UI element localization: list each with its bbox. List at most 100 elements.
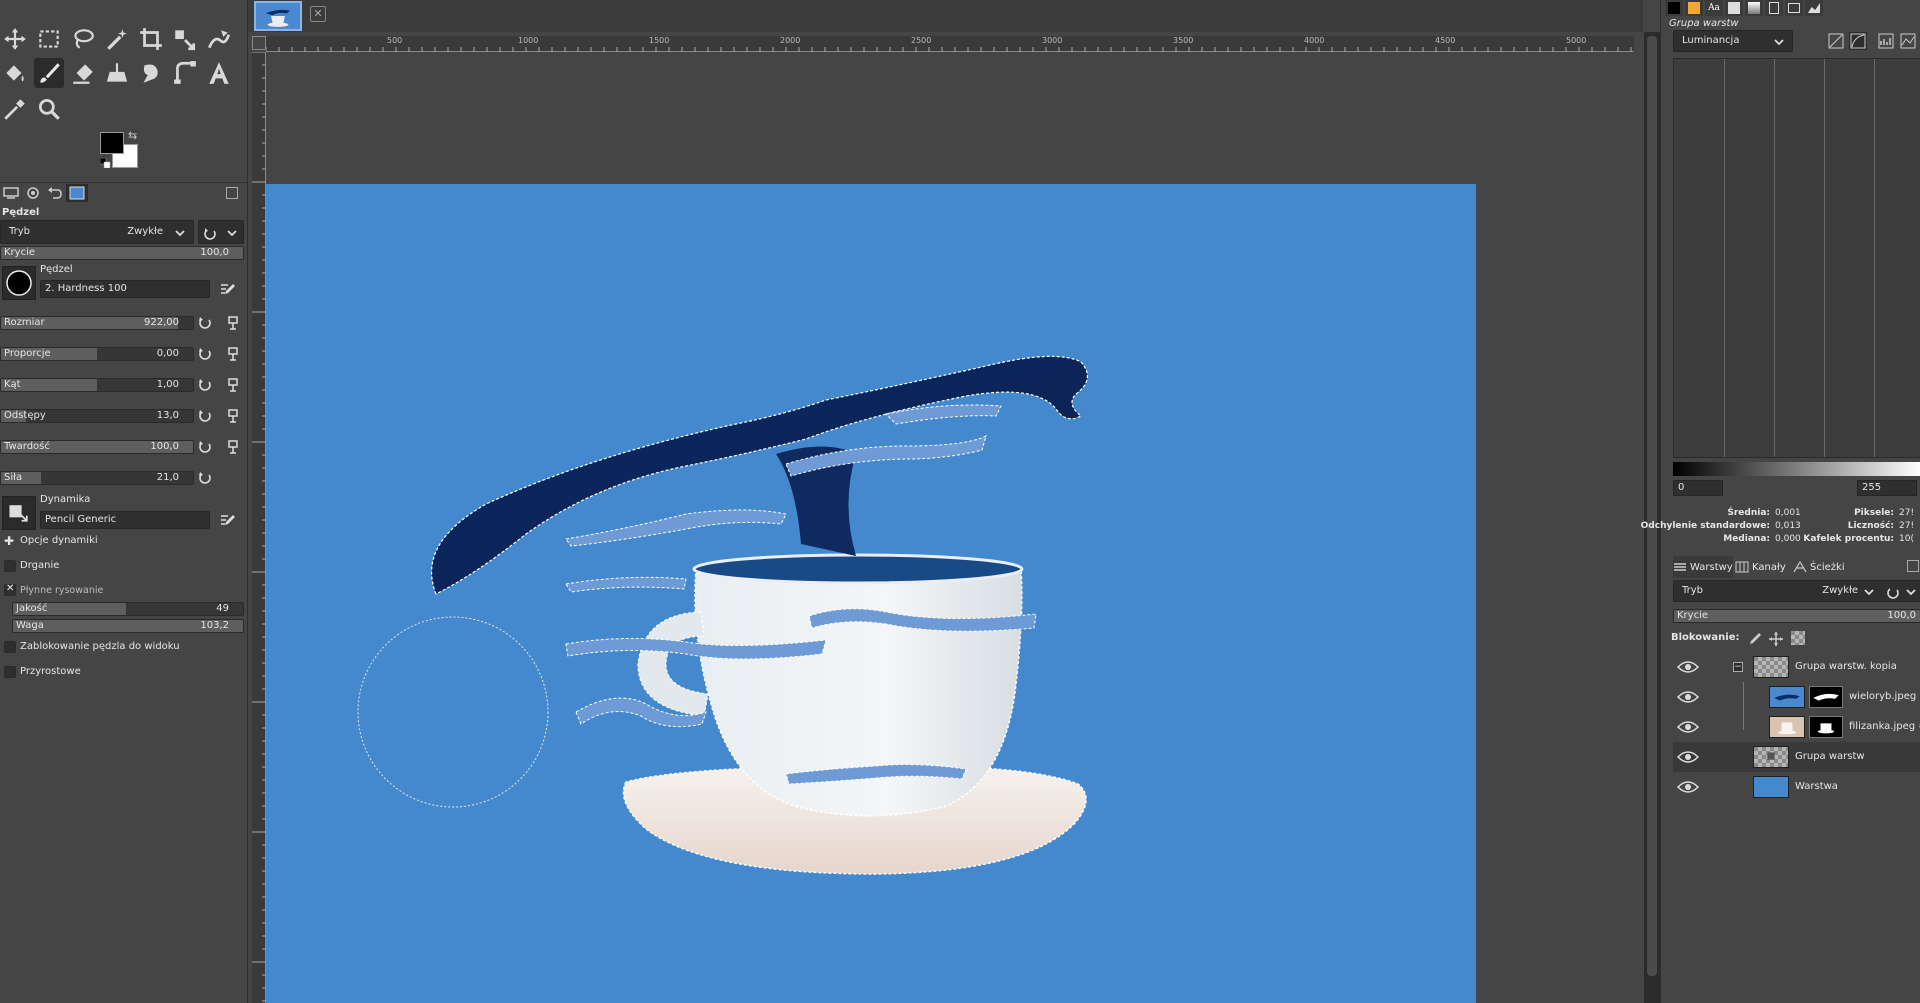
canvas-image[interactable] (266, 184, 1476, 1003)
dock-gradients-icon[interactable] (1745, 0, 1763, 16)
fuzzy-select-tool-icon[interactable] (102, 24, 132, 54)
undo-history-tab-icon[interactable] (44, 184, 66, 202)
close-tab-icon[interactable]: ✕ (310, 6, 326, 22)
log-histogram-icon[interactable] (1849, 32, 1867, 50)
layers-dock-menu-icon[interactable] (1907, 560, 1919, 572)
bucket-fill-tool-icon[interactable] (0, 58, 30, 88)
dock-palette-icon[interactable] (1685, 0, 1703, 16)
layer-row[interactable]: − Grupa warstw. kopia (1673, 652, 1920, 682)
brush-preview[interactable] (2, 266, 36, 300)
slider-0[interactable]: Rozmiar 922,00 (0, 316, 194, 330)
range-max-field[interactable]: 255 (1857, 480, 1917, 496)
color-picker-tool-icon[interactable] (0, 94, 30, 124)
clone-tool-icon[interactable] (102, 58, 132, 88)
lock-position-icon[interactable] (1767, 630, 1785, 648)
channel-combo[interactable]: Luminancja (1673, 30, 1793, 52)
incremental-checkbox[interactable] (4, 666, 16, 678)
eye-icon[interactable] (1677, 720, 1699, 734)
eye-icon[interactable] (1677, 690, 1699, 704)
slider-2[interactable]: Kąt 1,00 (0, 378, 194, 392)
histogram-bars-icon[interactable] (1877, 32, 1895, 50)
dock-black-swatch-icon[interactable] (1665, 0, 1683, 16)
tab-channels[interactable]: Kanały (1735, 556, 1791, 578)
swap-colors-icon[interactable]: ⇆ (128, 130, 142, 142)
dynamics-options-label[interactable]: Opcje dynamiki (20, 535, 98, 546)
slider-1[interactable]: Proporcje 0,00 (0, 347, 194, 361)
linear-histogram-icon[interactable] (1827, 32, 1845, 50)
paths-tool-icon[interactable] (170, 58, 200, 88)
zoom-tool-icon[interactable] (34, 94, 64, 124)
reset-colors-icon[interactable] (99, 157, 112, 169)
edit-brush-icon[interactable] (218, 280, 236, 298)
slider-3[interactable]: Odstępy 13,0 (0, 409, 194, 423)
vertical-scrollbar[interactable] (1644, 32, 1660, 1003)
range-min-field[interactable]: 0 (1673, 480, 1723, 496)
lock-brush-checkbox[interactable] (4, 641, 16, 653)
tab-layers[interactable]: Warstwy (1673, 556, 1733, 578)
dock-patterns-icon[interactable] (1725, 0, 1743, 16)
eye-icon[interactable] (1677, 660, 1699, 674)
reset-icon[interactable] (196, 438, 214, 456)
lock-alpha-icon[interactable] (1791, 631, 1805, 645)
ruler-corner[interactable] (252, 36, 266, 50)
smudge-tool-icon[interactable] (136, 58, 166, 88)
eraser-tool-icon[interactable] (68, 58, 98, 88)
vertical-ruler[interactable] (252, 52, 266, 1003)
jitter-checkbox[interactable] (4, 560, 16, 572)
layer-row[interactable]: wieloryb.jpeg # (1673, 682, 1920, 712)
mode-reset-combo[interactable] (198, 220, 244, 244)
smooth-weight-slider[interactable]: Waga 103,2 (12, 619, 244, 633)
slider-4[interactable]: Twardość 100,0 (0, 440, 194, 454)
histogram-gradient[interactable] (1673, 462, 1920, 476)
link-to-brush-icon[interactable] (224, 376, 242, 394)
dock-menu-icon[interactable] (226, 187, 238, 199)
collapse-group-icon[interactable]: − (1733, 662, 1743, 672)
rect-select-tool-icon[interactable] (34, 24, 64, 54)
slider-5[interactable]: Siła 21,0 (0, 471, 194, 485)
move-tool-icon[interactable] (0, 24, 30, 54)
reset-icon[interactable] (196, 407, 214, 425)
images-tab-icon[interactable] (66, 184, 88, 202)
tool-options-tab-icon[interactable] (0, 184, 22, 202)
canvas-area[interactable] (266, 52, 1644, 1003)
link-to-brush-icon[interactable] (224, 345, 242, 363)
foreground-color-swatch[interactable] (100, 132, 124, 154)
image-tab-thumbnail[interactable] (254, 1, 302, 31)
mode-combo[interactable]: Tryb Zwykłe (0, 220, 194, 244)
link-to-brush-icon[interactable] (224, 314, 242, 332)
device-status-tab-icon[interactable] (22, 184, 44, 202)
edit-dynamics-icon[interactable] (218, 511, 236, 529)
dock-images-icon[interactable] (1785, 0, 1803, 16)
paintbrush-tool-icon[interactable] (34, 58, 64, 88)
link-to-brush-icon[interactable] (224, 407, 242, 425)
dock-document-icon[interactable] (1765, 0, 1783, 16)
link-to-brush-icon[interactable] (224, 438, 242, 456)
opacity-slider[interactable]: Krycie 100,0 (0, 246, 244, 260)
layer-row[interactable]: Warstwa (1673, 772, 1920, 802)
dynamics-name-field[interactable]: Pencil Generic (40, 511, 210, 529)
scrollbar-thumb[interactable] (1647, 36, 1657, 976)
dynamics-preview[interactable] (2, 496, 36, 530)
expander-plus-icon[interactable]: ✚ (4, 534, 14, 548)
layer-opacity-slider[interactable]: Krycie 100,0 (1673, 609, 1920, 623)
lock-pixels-icon[interactable] (1745, 630, 1763, 648)
transform-tool-icon[interactable] (170, 24, 200, 54)
eye-icon[interactable] (1677, 780, 1699, 794)
brush-name-field[interactable]: 2. Hardness 100 (40, 280, 210, 298)
histogram-graph[interactable] (1673, 58, 1920, 458)
warp-tool-icon[interactable] (204, 24, 234, 54)
eye-icon[interactable] (1677, 750, 1699, 764)
histogram-outline-icon[interactable] (1899, 32, 1917, 50)
smooth-stroke-checkbox[interactable] (4, 583, 16, 596)
reset-icon[interactable] (196, 345, 214, 363)
reset-icon[interactable] (196, 314, 214, 332)
reset-icon[interactable] (196, 376, 214, 394)
crop-tool-icon[interactable] (136, 24, 166, 54)
layer-mode-combo[interactable]: Tryb Zwykłe (1673, 580, 1920, 602)
tab-paths[interactable]: Ścieżki (1793, 556, 1853, 578)
layer-row-selected[interactable]: Grupa warstw (1673, 742, 1920, 772)
dock-fonts-icon[interactable]: Aa (1705, 0, 1723, 16)
dock-histogram-icon[interactable] (1805, 0, 1823, 16)
text-tool-icon[interactable] (204, 58, 234, 88)
reset-icon[interactable] (196, 469, 214, 487)
